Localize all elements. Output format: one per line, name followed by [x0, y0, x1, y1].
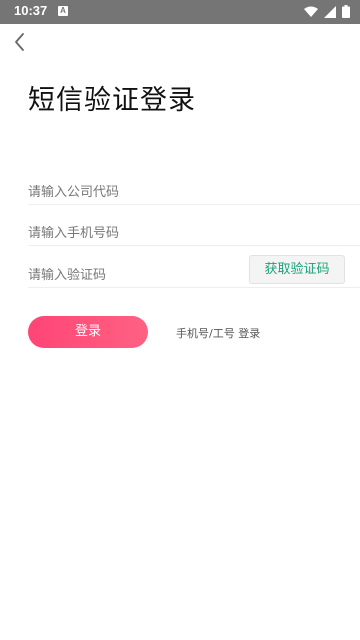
login-button[interactable]: 登录 [28, 316, 148, 348]
page-title: 短信验证登录 [28, 85, 196, 116]
phone-input[interactable] [28, 226, 238, 241]
cellular-signal-icon [324, 3, 336, 22]
company-code-field [28, 164, 360, 205]
status-bar: 10:37 A [0, 0, 360, 24]
notification-a-icon: A [58, 6, 68, 16]
phone-field [28, 205, 360, 246]
switch-login-link[interactable]: 手机号/工号 登录 [176, 325, 260, 341]
get-code-button[interactable]: 获取验证码 [249, 255, 345, 284]
verification-code-field: 获取验证码 [28, 247, 360, 288]
status-time: 10:37 [14, 3, 48, 18]
verification-code-input[interactable] [28, 268, 238, 283]
battery-icon [342, 3, 350, 22]
back-arrow-icon[interactable] [8, 30, 32, 54]
wifi-icon [304, 3, 318, 22]
company-code-input[interactable] [28, 185, 238, 200]
status-icons [304, 3, 350, 22]
